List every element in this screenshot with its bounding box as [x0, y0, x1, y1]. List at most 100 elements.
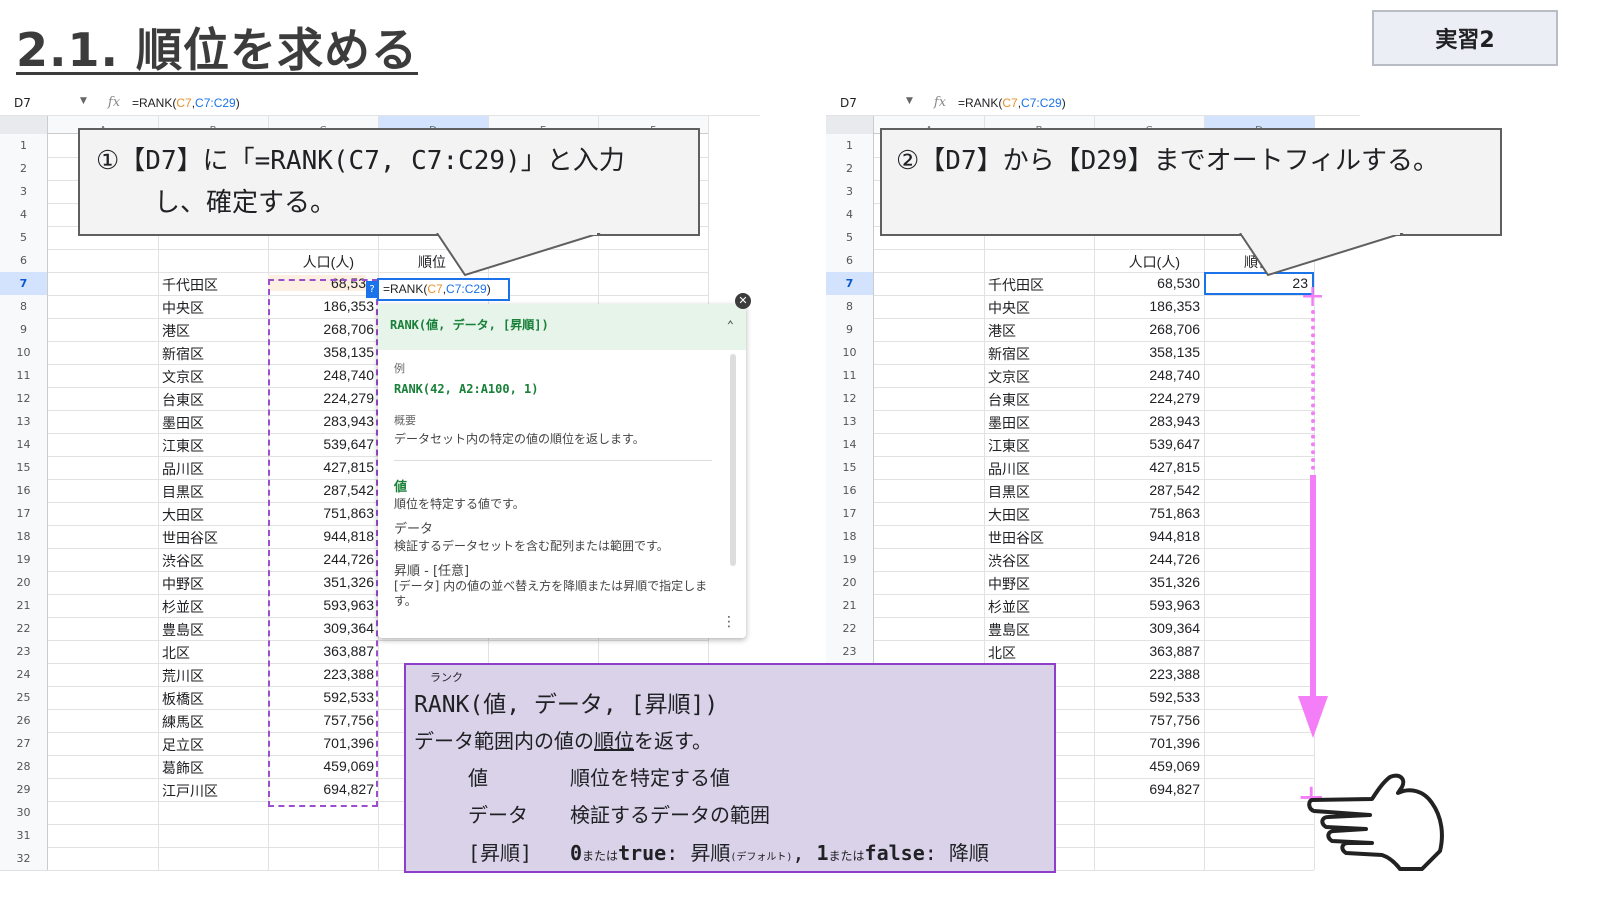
row-header[interactable]: 4 — [826, 203, 874, 226]
ward-name[interactable]: 葛飾区 — [162, 758, 204, 778]
population-cell[interactable]: 592,533 — [1094, 689, 1200, 705]
row-header[interactable]: 18 — [0, 525, 48, 548]
row-header[interactable]: 5 — [826, 226, 874, 249]
row-header[interactable]: 31 — [0, 824, 48, 847]
ward-name[interactable]: 品川区 — [988, 459, 1030, 479]
ward-name[interactable]: 江戸川区 — [162, 781, 218, 801]
population-cell[interactable]: 283,943 — [1094, 413, 1200, 429]
ward-name[interactable]: 杉並区 — [988, 597, 1030, 617]
row-header[interactable]: 1 — [0, 134, 48, 157]
ward-name[interactable]: 練馬区 — [162, 712, 204, 732]
ward-name[interactable]: 渋谷区 — [162, 551, 204, 571]
population-cell[interactable]: 268,706 — [1094, 321, 1200, 337]
ward-name[interactable]: 足立区 — [162, 735, 204, 755]
ward-name[interactable]: 品川区 — [162, 459, 204, 479]
row-header[interactable]: 7 — [0, 272, 48, 295]
population-cell[interactable]: 186,353 — [1094, 298, 1200, 314]
row-header[interactable]: 22 — [826, 617, 874, 640]
name-box[interactable]: D7 ▼ — [826, 96, 922, 110]
row-header[interactable]: 16 — [826, 479, 874, 502]
more-vert-icon[interactable]: ⋮ — [722, 614, 736, 630]
row-header[interactable]: 10 — [0, 341, 48, 364]
row-header[interactable]: 30 — [0, 801, 48, 824]
row-header[interactable]: 6 — [826, 249, 874, 272]
row-header[interactable]: 23 — [826, 640, 874, 663]
row-header[interactable]: 19 — [0, 548, 48, 571]
row-header[interactable]: 17 — [826, 502, 874, 525]
row-header[interactable]: 3 — [0, 180, 48, 203]
population-cell[interactable]: 539,647 — [1094, 436, 1200, 452]
ward-name[interactable]: 墨田区 — [988, 413, 1030, 433]
ward-name[interactable]: 台東区 — [988, 390, 1030, 410]
row-header[interactable]: 13 — [826, 410, 874, 433]
ward-name[interactable]: 豊島区 — [988, 620, 1030, 640]
row-header[interactable]: 24 — [0, 663, 48, 686]
population-cell[interactable]: 757,756 — [1094, 712, 1200, 728]
ward-name[interactable]: 千代田区 — [162, 275, 218, 295]
row-header[interactable]: 1 — [826, 134, 874, 157]
ward-name[interactable]: 中野区 — [162, 574, 204, 594]
ward-name[interactable]: 中央区 — [162, 298, 204, 318]
population-cell[interactable]: 944,818 — [1094, 528, 1200, 544]
dropdown-arrow-icon[interactable]: ▼ — [80, 96, 87, 106]
help-header[interactable]: RANK(値, データ, [昇順]) ⌃ — [378, 304, 746, 350]
row-header[interactable]: 17 — [0, 502, 48, 525]
ward-name[interactable]: 大田区 — [162, 505, 204, 525]
population-cell[interactable]: 68,530 — [1094, 275, 1200, 291]
row-header[interactable]: 21 — [826, 594, 874, 617]
row-header[interactable]: 4 — [0, 203, 48, 226]
row-header[interactable]: 9 — [0, 318, 48, 341]
ward-name[interactable]: 江東区 — [162, 436, 204, 456]
ward-name[interactable]: 板橋区 — [162, 689, 204, 709]
help-scrollbar[interactable] — [730, 354, 736, 566]
formula-text[interactable]: =RANK(C7,C7:C29) — [958, 96, 1066, 110]
row-header[interactable]: 8 — [826, 295, 874, 318]
row-header[interactable]: 29 — [0, 778, 48, 801]
population-cell[interactable]: 351,326 — [1094, 574, 1200, 590]
population-cell[interactable]: 309,364 — [1094, 620, 1200, 636]
row-header[interactable]: 14 — [0, 433, 48, 456]
name-box[interactable]: D7 ▼ — [0, 96, 96, 110]
population-cell[interactable]: 694,827 — [1094, 781, 1200, 797]
row-header[interactable]: 26 — [0, 709, 48, 732]
ward-name[interactable]: 港区 — [162, 321, 190, 341]
ward-name[interactable]: 墨田区 — [162, 413, 204, 433]
ward-name[interactable]: 新宿区 — [162, 344, 204, 364]
formula-bar[interactable]: D7 ▼ fx =RANK(C7,C7:C29) — [0, 90, 760, 116]
ward-name[interactable]: 大田区 — [988, 505, 1030, 525]
dropdown-arrow-icon[interactable]: ▼ — [906, 96, 913, 106]
active-cell-editor[interactable]: =RANK(C7,C7:C29) — [377, 278, 510, 301]
ward-name[interactable]: 豊島区 — [162, 620, 204, 640]
ward-name[interactable]: 港区 — [988, 321, 1016, 341]
row-header[interactable]: 15 — [0, 456, 48, 479]
ward-name[interactable]: 新宿区 — [988, 344, 1030, 364]
ward-name[interactable]: 文京区 — [162, 367, 204, 387]
row-header[interactable]: 21 — [0, 594, 48, 617]
ward-name[interactable]: 世田谷区 — [162, 528, 218, 548]
ward-name[interactable]: 渋谷区 — [988, 551, 1030, 571]
row-header[interactable]: 16 — [0, 479, 48, 502]
row-header[interactable]: 12 — [826, 387, 874, 410]
ward-name[interactable]: 中央区 — [988, 298, 1030, 318]
row-header[interactable]: 28 — [0, 755, 48, 778]
row-header[interactable]: 15 — [826, 456, 874, 479]
row-header[interactable]: 18 — [826, 525, 874, 548]
population-cell[interactable]: 248,740 — [1094, 367, 1200, 383]
population-cell[interactable]: 223,388 — [1094, 666, 1200, 682]
row-header[interactable]: 11 — [0, 364, 48, 387]
ward-name[interactable]: 目黒区 — [988, 482, 1030, 502]
row-header[interactable]: 25 — [0, 686, 48, 709]
ward-name[interactable]: 荒川区 — [162, 666, 204, 686]
row-header[interactable]: 5 — [0, 226, 48, 249]
formula-bar[interactable]: D7 ▼ fx =RANK(C7,C7:C29) — [826, 90, 1360, 116]
close-icon[interactable]: ✕ — [735, 293, 751, 309]
row-header[interactable]: 27 — [0, 732, 48, 755]
row-header[interactable]: 14 — [826, 433, 874, 456]
ward-name[interactable]: 中野区 — [988, 574, 1030, 594]
row-header[interactable]: 22 — [0, 617, 48, 640]
row-header[interactable]: 11 — [826, 364, 874, 387]
population-cell[interactable]: 459,069 — [1094, 758, 1200, 774]
population-cell[interactable]: 244,726 — [1094, 551, 1200, 567]
row-header[interactable]: 10 — [826, 341, 874, 364]
row-header[interactable]: 23 — [0, 640, 48, 663]
